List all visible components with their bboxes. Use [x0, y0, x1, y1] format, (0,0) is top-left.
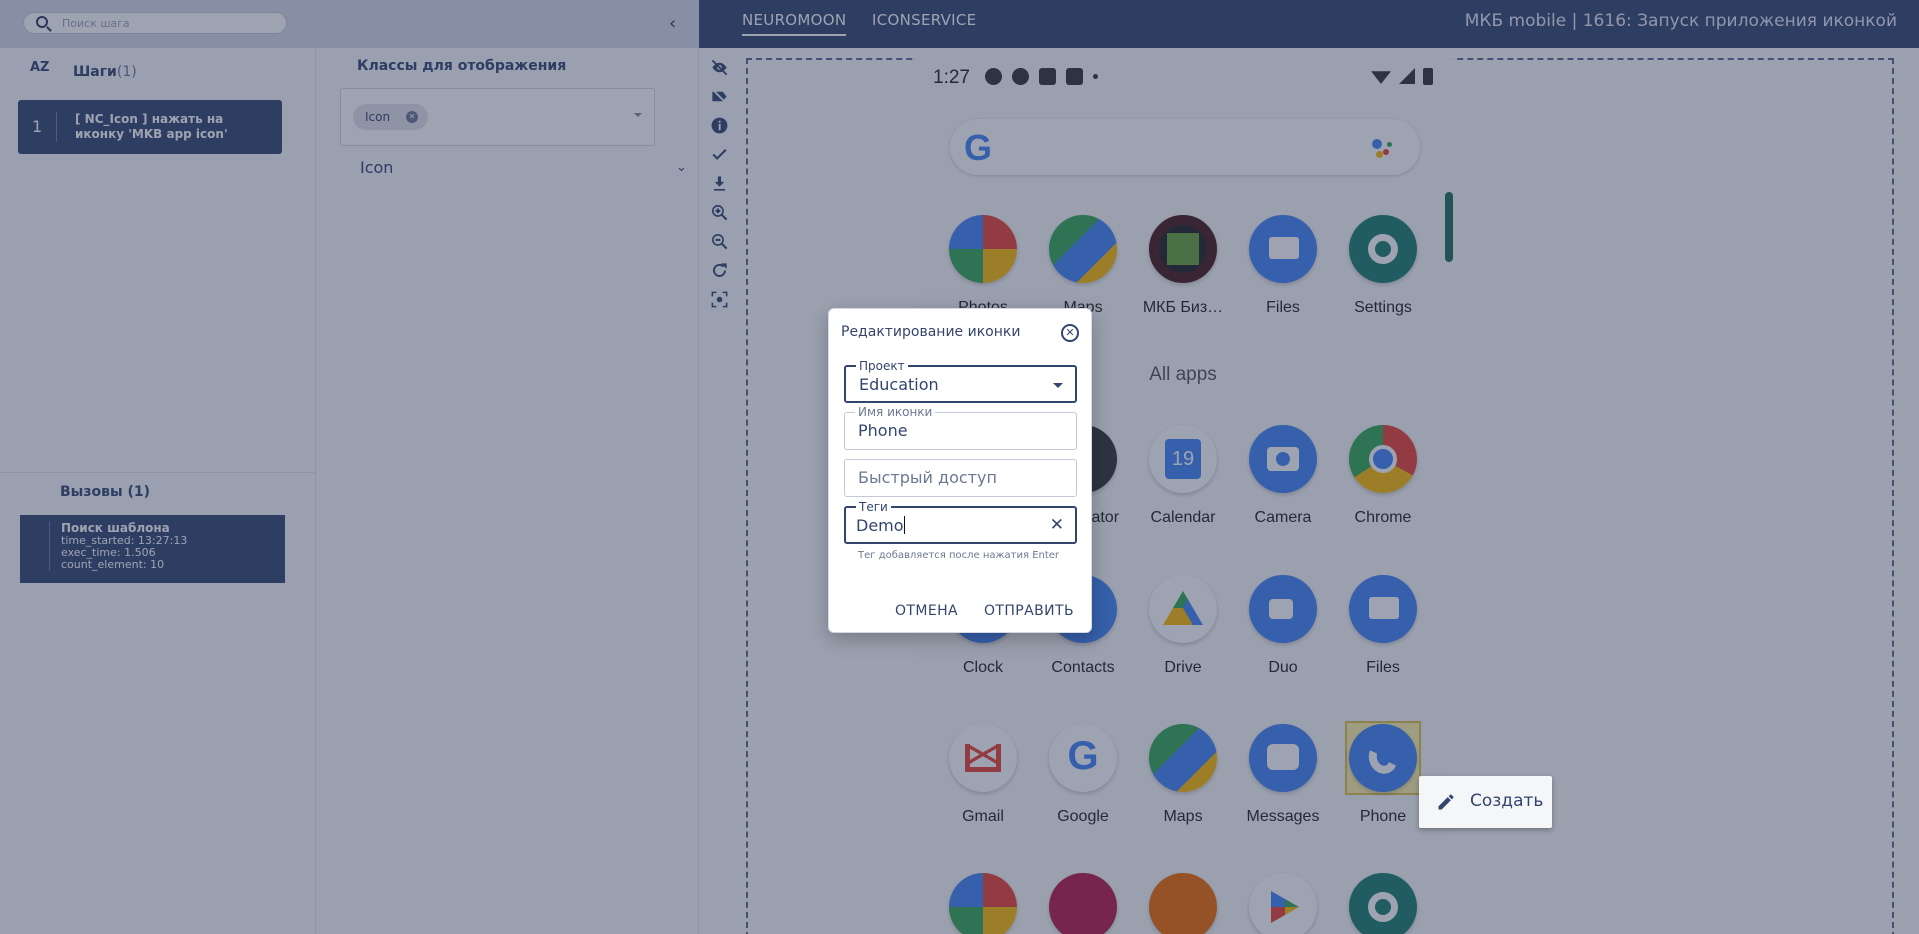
- icon-name-field[interactable]: Имя иконки Phone: [844, 405, 1077, 450]
- create-label: Создать: [1470, 791, 1544, 811]
- chevron-down-icon[interactable]: [1053, 383, 1063, 388]
- cancel-button[interactable]: ОТМЕНА: [895, 603, 958, 619]
- quick-access-placeholder: Быстрый доступ: [858, 468, 997, 487]
- quick-access-field[interactable]: Быстрый доступ: [844, 459, 1077, 497]
- tags-label: Теги: [856, 500, 891, 514]
- tags-field[interactable]: Теги Demo ✕: [844, 500, 1077, 544]
- clear-icon[interactable]: ✕: [1050, 515, 1064, 535]
- create-button[interactable]: Создать: [1419, 776, 1552, 828]
- project-select[interactable]: Проект Education: [844, 359, 1077, 403]
- dialog-title: Редактирование иконки: [841, 324, 1021, 340]
- submit-button[interactable]: ОТПРАВИТЬ: [984, 603, 1074, 619]
- project-label: Проект: [856, 359, 908, 373]
- text-cursor: [903, 516, 905, 534]
- pencil-icon: [1438, 794, 1454, 810]
- edit-icon-dialog: Редактирование иконки ✕ Проект Education…: [828, 308, 1092, 633]
- icon-name-label: Имя иконки: [855, 405, 936, 419]
- icon-name-value: Phone: [858, 421, 908, 440]
- close-icon[interactable]: ✕: [1061, 324, 1079, 342]
- tags-value: Demo: [856, 516, 904, 535]
- tags-hint: Тег добавляется после нажатия Enter: [858, 550, 1060, 561]
- project-value: Education: [859, 375, 939, 394]
